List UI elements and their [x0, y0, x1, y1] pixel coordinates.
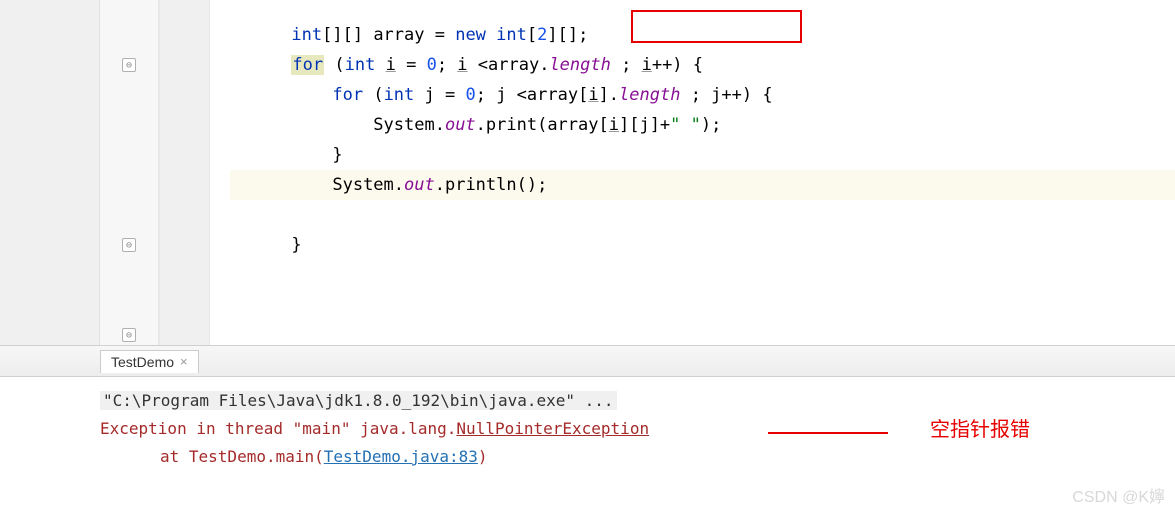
tab-label: TestDemo	[111, 354, 174, 370]
number: 0	[465, 85, 475, 105]
keyword: new int	[455, 25, 527, 45]
field: out	[404, 175, 435, 195]
console-text: )	[478, 447, 488, 466]
code-text: }	[291, 235, 301, 255]
number: 0	[427, 55, 437, 75]
code-line: for (int i = 0; i <array.length ; i++) {	[230, 50, 1175, 80]
code-text: j =	[414, 85, 465, 105]
console-text: at TestDemo.main(	[160, 447, 324, 466]
code-text: ; j <array[i].	[476, 85, 619, 105]
code-text: (	[363, 85, 383, 105]
string: " "	[670, 115, 701, 135]
code-text: (	[324, 55, 344, 75]
keyword: int	[345, 55, 376, 75]
code-line: }	[230, 140, 1175, 170]
code-text: ; i <array.	[437, 55, 550, 75]
run-tab[interactable]: TestDemo ×	[100, 350, 199, 373]
run-tab-bar: TestDemo ×	[0, 345, 1175, 377]
code-text: ; j++) {	[680, 85, 772, 105]
code-editor: ⊖ ⊖ ⊖ int[][] array = new int[2][]; for …	[0, 0, 1175, 345]
fold-icon[interactable]: ⊖	[122, 328, 136, 342]
code-line: System.out.print(array[i][j]+" ");	[230, 110, 1175, 140]
stack-trace-link[interactable]: TestDemo.java:83	[324, 447, 478, 466]
gutter: ⊖ ⊖ ⊖	[100, 0, 160, 345]
field: length	[549, 55, 610, 75]
code-text: System.	[332, 175, 404, 195]
code-text: i =	[375, 55, 426, 75]
code-text-area[interactable]: int[][] array = new int[2][]; for (int i…	[210, 0, 1175, 345]
watermark: CSDN @K嬣	[1072, 483, 1165, 507]
keyword: int	[291, 25, 322, 45]
console-stack-line: at TestDemo.main(TestDemo.java:83)	[100, 443, 1175, 471]
code-line	[230, 200, 1175, 230]
keyword: int	[384, 85, 415, 105]
console-line: "C:\Program Files\Java\jdk1.8.0_192\bin\…	[100, 387, 1175, 415]
exception-name: NullPointerException	[456, 419, 649, 438]
fold-icon[interactable]: ⊖	[122, 58, 136, 72]
number: 2	[537, 25, 547, 45]
annotation-text: 空指针报错	[930, 413, 1030, 442]
annotation-underline	[768, 432, 888, 434]
field: length	[619, 85, 680, 105]
code-text: ; i++) {	[611, 55, 703, 75]
field: out	[445, 115, 476, 135]
code-text: );	[701, 115, 721, 135]
code-text: ][];	[547, 25, 588, 45]
keyword: for	[292, 55, 323, 75]
code-line-highlighted: System.out.println();	[230, 170, 1175, 200]
code-line: }	[230, 230, 1175, 260]
code-text: .println();	[435, 175, 548, 195]
code-text: System.	[373, 115, 445, 135]
code-text: }	[332, 145, 342, 165]
gutter-secondary	[160, 0, 210, 345]
keyword: for	[332, 85, 363, 105]
code-line: int[][] array = new int[2][];	[230, 20, 1175, 50]
console-text: Exception in thread "main" java.lang.	[100, 419, 456, 438]
console-command: "C:\Program Files\Java\jdk1.8.0_192\bin\…	[100, 391, 617, 410]
fold-icon[interactable]: ⊖	[122, 238, 136, 252]
editor-margin	[0, 0, 100, 345]
code-text: [	[527, 25, 537, 45]
code-line: for (int j = 0; j <array[i].length ; j++…	[230, 80, 1175, 110]
close-icon[interactable]: ×	[180, 354, 188, 369]
code-text: .print(array[i][j]+	[476, 115, 671, 135]
code-text: [][] array =	[322, 25, 455, 45]
